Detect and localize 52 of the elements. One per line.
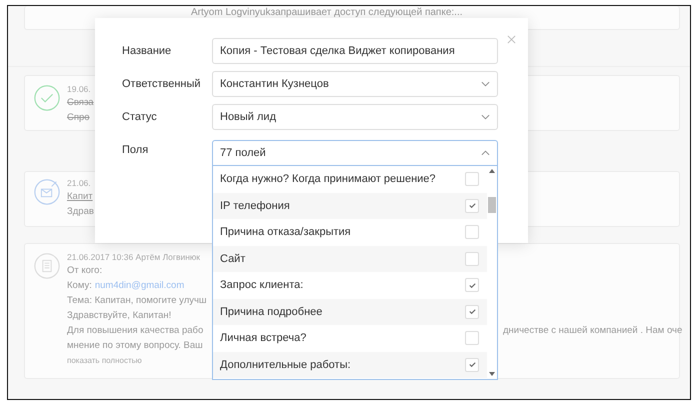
select-field[interactable]: Константин Кузнецов	[212, 71, 498, 97]
chevron-down-icon	[481, 114, 490, 120]
message-text: Тема: Капитан, помогите улучш	[67, 294, 207, 307]
task-text: Спро	[67, 111, 91, 124]
dropdown-option[interactable]: Когда нужно? Когда принимают решение?	[213, 166, 487, 192]
field-label: Ответственный	[122, 77, 202, 92]
checkbox[interactable]	[465, 331, 479, 346]
scroll-down-arrow-icon[interactable]	[489, 372, 495, 376]
name-input-field[interactable]: Копия - Тестовая сделка Виджет копирования	[212, 38, 498, 64]
message-text: дничестве с нашей компанией . Нам оче	[503, 324, 682, 337]
scrollbar-thumb[interactable]	[488, 197, 496, 213]
check-icon	[468, 360, 476, 370]
to-label: Кому:	[67, 279, 92, 292]
dropdown-option[interactable]: Личная встреча?	[213, 325, 487, 352]
note-text: Artyom Logvinyukзапрашивает доступ следующей папке:...	[191, 7, 463, 19]
check-icon	[468, 201, 476, 210]
checkbox[interactable]	[465, 358, 479, 372]
from-label: От кого:	[67, 264, 102, 277]
checkbox[interactable]	[465, 252, 479, 266]
checkbox[interactable]	[465, 198, 479, 213]
close-icon[interactable]	[507, 35, 516, 44]
message-text: Здравствуйте, Капитан!	[67, 309, 172, 322]
envelope-icon	[33, 178, 61, 206]
checkbox[interactable]	[465, 225, 479, 240]
dropdown-option[interactable]: Сайт	[213, 246, 487, 272]
check-icon	[468, 307, 476, 316]
checkbox[interactable]	[465, 304, 479, 319]
dropdown-option[interactable]: Причина подробнее	[213, 298, 487, 325]
check-icon	[468, 280, 476, 290]
dropdown-option[interactable]: Дополнительные работы:	[213, 352, 487, 378]
dropdown-option[interactable]: Запрос клиента:	[213, 272, 487, 298]
message-text: мнение по этому вопросу. Ваш	[67, 339, 203, 352]
email-date: 21.06.	[67, 178, 92, 188]
scroll-up-arrow-icon[interactable]	[489, 169, 495, 173]
chevron-up-icon	[481, 150, 490, 156]
task-date: 19.06.	[67, 84, 92, 94]
checkbox[interactable]	[465, 278, 479, 292]
select-field[interactable]: Новый лид	[212, 104, 498, 130]
task-text: Связа	[67, 96, 94, 109]
dropdown-option[interactable]: IP телефония	[213, 192, 487, 219]
fields-dropdown[interactable]: 77 полей	[212, 140, 498, 166]
document-icon	[33, 252, 61, 280]
dropdown-option[interactable]: Причина отказа/закрытия	[213, 219, 487, 246]
chevron-down-icon	[481, 81, 490, 87]
check-circle-icon	[33, 84, 61, 112]
field-label: Название	[122, 44, 172, 59]
message-meta: 21.06.2017 10:36 Артём Логвинюк	[67, 252, 200, 262]
message-text: Для повышения качества рабо	[67, 324, 204, 337]
field-label: Поля	[122, 143, 150, 158]
checkbox[interactable]	[465, 172, 479, 186]
field-label: Статус	[122, 110, 158, 125]
email-preview: Здрав	[67, 205, 94, 218]
